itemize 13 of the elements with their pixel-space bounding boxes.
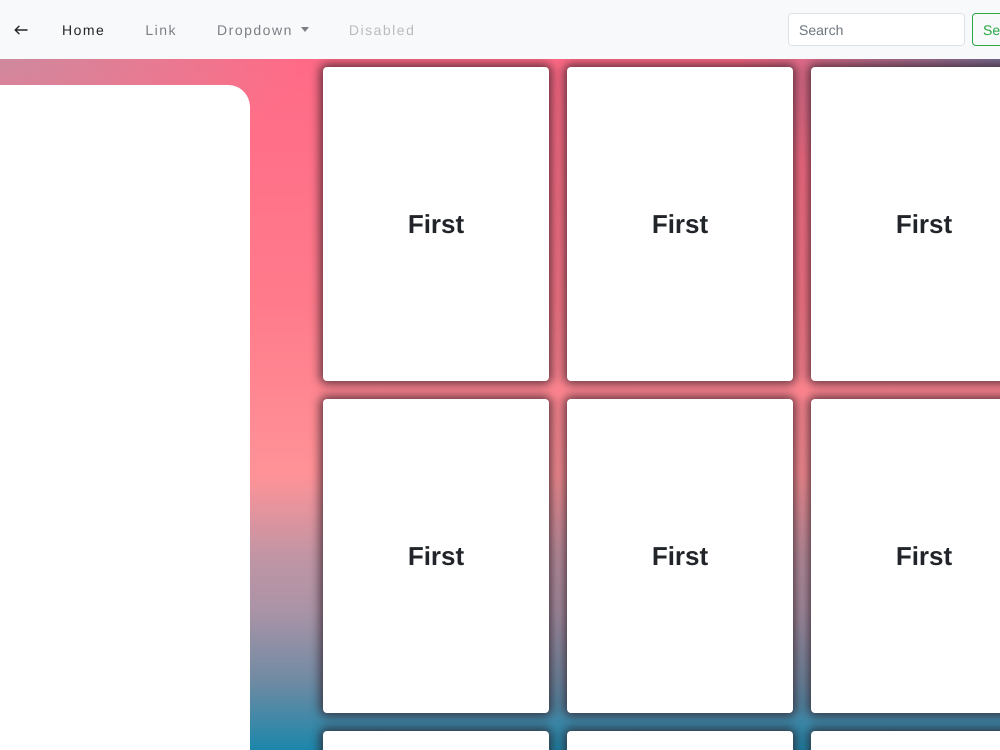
nav-link[interactable]: Link <box>145 20 178 40</box>
card-title: First <box>652 208 708 240</box>
card-title: First <box>896 208 952 240</box>
search-field[interactable]: Search <box>788 13 965 46</box>
nav-link[interactable]: Home <box>62 20 106 40</box>
card-title: First <box>896 540 952 572</box>
back-arrow-icon[interactable] <box>14 24 28 34</box>
dropdown-toggle[interactable]: Dropdown <box>217 20 309 40</box>
card-title: First <box>408 540 464 572</box>
caret-icon <box>300 27 309 32</box>
card-title: First <box>652 540 708 572</box>
submit-button[interactable]: Se <box>972 13 1000 46</box>
card-title: First <box>408 208 464 240</box>
